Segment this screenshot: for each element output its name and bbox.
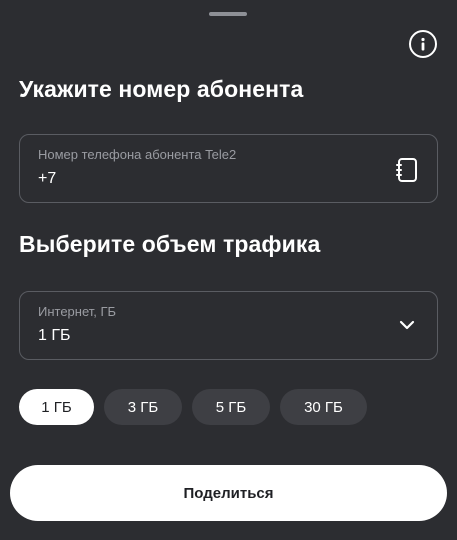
info-glyph	[421, 37, 425, 51]
chip-3gb[interactable]: 3 ГБ	[104, 389, 182, 425]
traffic-heading: Выберите объем трафика	[19, 231, 321, 257]
address-book-icon[interactable]	[395, 157, 419, 183]
phone-field[interactable]: Номер телефона абонента Tele2 +7	[19, 134, 438, 203]
traffic-select[interactable]: Интернет, ГБ 1 ГБ	[19, 291, 438, 360]
info-icon[interactable]	[409, 30, 437, 58]
traffic-select-label: Интернет, ГБ	[38, 304, 117, 319]
phone-field-value[interactable]: +7	[38, 170, 56, 188]
traffic-chips: 1 ГБ 3 ГБ 5 ГБ 30 ГБ	[19, 389, 367, 425]
subscriber-heading: Укажите номер абонента	[19, 76, 304, 102]
chevron-down-icon[interactable]	[399, 319, 415, 331]
bottom-sheet: Укажите номер абонента Номер телефона аб…	[0, 0, 457, 540]
chip-5gb[interactable]: 5 ГБ	[192, 389, 270, 425]
drag-handle[interactable]	[209, 12, 247, 16]
share-button[interactable]: Поделиться	[10, 465, 447, 521]
phone-field-label: Номер телефона абонента Tele2	[38, 147, 237, 162]
chip-30gb[interactable]: 30 ГБ	[280, 389, 367, 425]
chip-1gb[interactable]: 1 ГБ	[19, 389, 94, 425]
traffic-select-value: 1 ГБ	[38, 327, 71, 344]
